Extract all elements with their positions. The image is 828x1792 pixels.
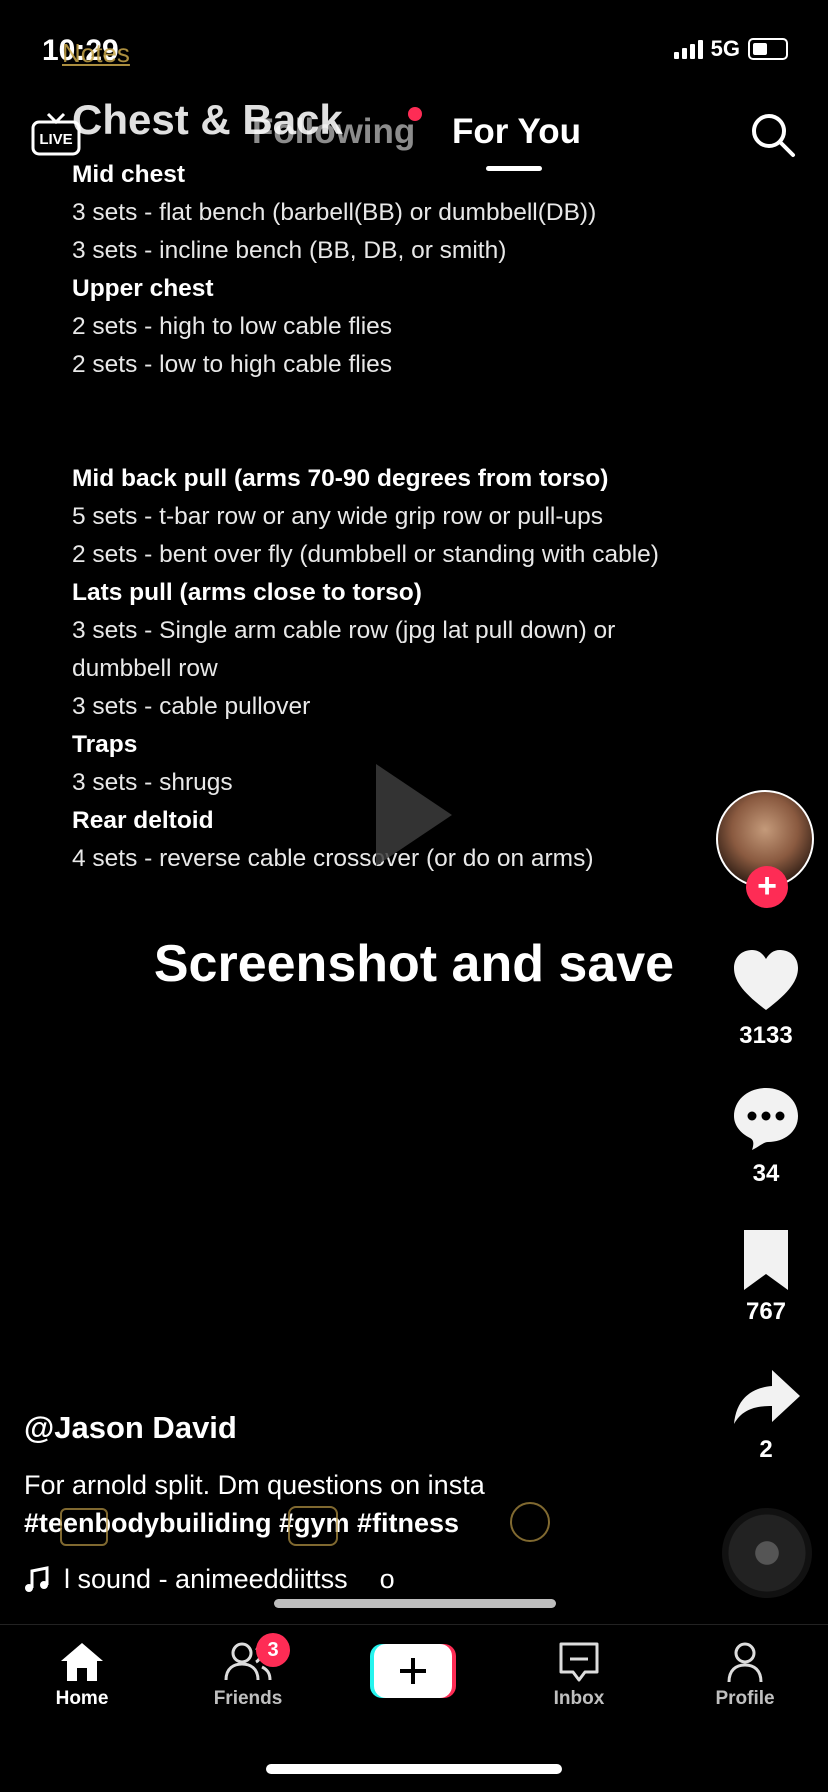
creator-username[interactable]: @Jason David xyxy=(24,1410,237,1446)
sound-name-tail: o xyxy=(379,1564,395,1594)
notes-heading: Upper chest xyxy=(72,275,214,302)
comment-count: 34 xyxy=(752,1160,780,1187)
notes-line: 2 sets - high to low cable flies xyxy=(72,313,393,340)
share-icon[interactable] xyxy=(730,1364,802,1434)
profile-icon xyxy=(727,1642,763,1683)
follow-plus-button[interactable]: + xyxy=(746,866,788,908)
video-overlay-text: Screenshot and save xyxy=(153,935,675,993)
status-indicators: 5G xyxy=(673,36,788,62)
notes-back-link[interactable]: Notes xyxy=(62,38,130,69)
comment-icon[interactable] xyxy=(730,1084,802,1154)
svg-text:LIVE: LIVE xyxy=(39,131,72,148)
tab-friends[interactable]: Friends xyxy=(188,1640,308,1710)
home-icon xyxy=(61,1643,103,1681)
tab-home[interactable]: Home xyxy=(22,1640,142,1710)
search-icon[interactable] xyxy=(748,110,798,160)
save-count: 767 xyxy=(745,1298,787,1325)
notes-line: 5 sets - t-bar row or any wide grip row … xyxy=(72,503,604,530)
camera-icon xyxy=(288,1506,338,1546)
following-notification-dot xyxy=(408,107,422,121)
create-plus-button[interactable] xyxy=(370,1642,456,1700)
tab-inbox-label: Inbox xyxy=(553,1688,605,1709)
notes-heading: Mid chest xyxy=(72,161,185,188)
tab-profile[interactable]: Profile xyxy=(685,1640,805,1710)
notes-line: dumbbell row xyxy=(72,655,218,682)
video-progress-bar[interactable] xyxy=(274,1599,556,1608)
network-label: 5G xyxy=(710,36,740,61)
notes-line: 3 sets - incline bench (BB, DB, or smith… xyxy=(72,237,507,264)
markup-icon xyxy=(510,1502,550,1542)
sound-disc[interactable] xyxy=(722,1508,812,1598)
play-icon[interactable] xyxy=(372,760,456,870)
tab-inbox[interactable]: Inbox xyxy=(519,1640,639,1710)
post-caption: For arnold split. Dm questions on insta xyxy=(24,1470,485,1500)
tab-following[interactable]: Following xyxy=(252,112,415,152)
notes-heading: Traps xyxy=(72,731,138,758)
friends-badge: 3 xyxy=(256,1633,290,1667)
heart-icon[interactable] xyxy=(730,946,802,1016)
notes-line: 2 sets - bent over fly (dumbbell or stan… xyxy=(72,541,659,568)
like-count: 3133 xyxy=(739,1022,793,1049)
notes-line: 3 sets - Single arm cable row (jpg lat p… xyxy=(72,617,616,644)
notes-heading: Mid back pull (arms 70-90 degrees from t… xyxy=(72,465,609,492)
notes-spacer xyxy=(72,384,752,460)
notes-line: 3 sets - cable pullover xyxy=(72,693,311,720)
notes-line: 3 sets - flat bench (barbell(BB) or dumb… xyxy=(72,199,597,226)
sound-row[interactable]: l sound - animeeddiittss o xyxy=(24,1564,395,1595)
home-indicator xyxy=(266,1764,562,1774)
tab-friends-label: Friends xyxy=(213,1688,283,1709)
cellular-signal-icon xyxy=(673,39,703,59)
inbox-icon xyxy=(559,1642,599,1682)
tab-for-you[interactable]: For You xyxy=(452,112,581,152)
tab-home-label: Home xyxy=(55,1688,109,1709)
battery-icon xyxy=(748,38,788,60)
notes-heading: Lats pull (arms close to torso) xyxy=(72,579,422,606)
music-note-icon xyxy=(25,1565,49,1592)
sound-name: l sound - animeeddiittss xyxy=(64,1564,348,1594)
tab-profile-label: Profile xyxy=(715,1688,775,1709)
checklist-icon xyxy=(60,1508,108,1546)
notes-line: 2 sets - low to high cable flies xyxy=(72,351,393,378)
bookmark-icon[interactable] xyxy=(730,1226,802,1296)
share-count: 2 xyxy=(759,1436,773,1463)
